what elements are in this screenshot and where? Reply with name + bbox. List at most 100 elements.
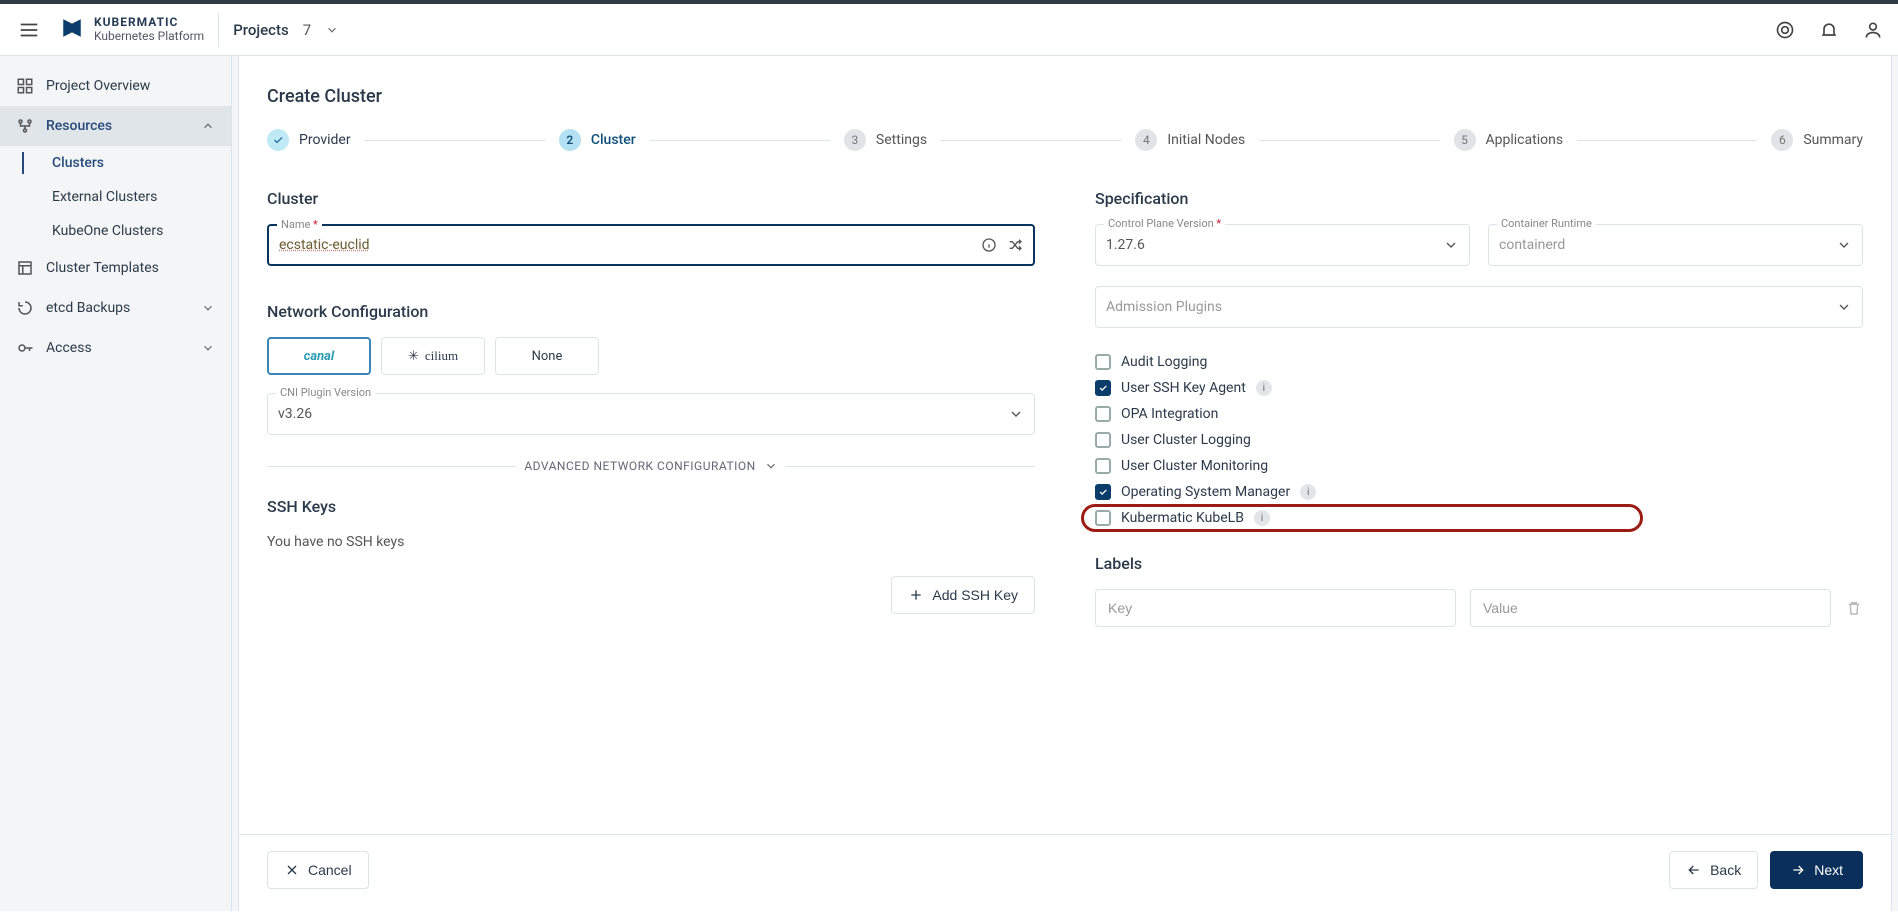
add-ssh-key-button[interactable]: Add SSH Key bbox=[891, 576, 1035, 614]
checkbox[interactable] bbox=[1095, 380, 1111, 396]
sidebar-item-cluster-templates[interactable]: Cluster Templates bbox=[0, 248, 231, 288]
label-value-input[interactable] bbox=[1470, 589, 1831, 627]
step-cluster[interactable]: 2 Cluster bbox=[559, 129, 636, 151]
menu-toggle[interactable] bbox=[14, 15, 44, 45]
cni-version-select[interactable]: CNI Plugin Version v3.26 bbox=[267, 393, 1035, 435]
bell-icon[interactable] bbox=[1818, 19, 1840, 41]
trash-icon[interactable] bbox=[1845, 599, 1863, 617]
info-icon[interactable]: i bbox=[1300, 484, 1316, 500]
info-icon[interactable] bbox=[981, 237, 997, 253]
spec-option-1[interactable]: User SSH Key Agent i bbox=[1095, 380, 1863, 396]
back-button[interactable]: Back bbox=[1669, 851, 1758, 889]
step-summary[interactable]: 6 Summary bbox=[1771, 129, 1863, 151]
chevron-up-icon bbox=[201, 119, 215, 133]
footer: Cancel Back Next bbox=[239, 834, 1891, 911]
label-key-input[interactable] bbox=[1095, 589, 1456, 627]
user-icon[interactable] bbox=[1862, 19, 1884, 41]
container-runtime-select[interactable]: Container Runtime containerd bbox=[1488, 224, 1863, 266]
spec-option-0[interactable]: Audit Logging bbox=[1095, 354, 1863, 370]
cancel-button[interactable]: Cancel bbox=[267, 851, 369, 889]
next-button[interactable]: Next bbox=[1770, 851, 1863, 889]
control-plane-version-select[interactable]: Control Plane Version * 1.27.6 bbox=[1095, 224, 1470, 266]
brand: KUBERMATIC Kubernetes Platform bbox=[58, 14, 204, 46]
stepper: Provider 2 Cluster 3 Settings 4 Initial … bbox=[267, 129, 1863, 151]
sidebar-item-resources[interactable]: Resources bbox=[0, 106, 231, 146]
sidebar-item-external-clusters[interactable]: External Clusters bbox=[0, 180, 231, 214]
section-labels: Labels bbox=[1095, 554, 1863, 573]
sidebar: Project Overview Resources Clusters Exte… bbox=[0, 56, 232, 911]
sidebar-item-label: Cluster Templates bbox=[46, 260, 159, 276]
chevron-down-icon bbox=[1836, 237, 1852, 253]
shuffle-icon[interactable] bbox=[1007, 237, 1023, 253]
cni-none[interactable]: None bbox=[495, 337, 599, 375]
chevron-down-icon bbox=[201, 341, 215, 355]
info-icon[interactable]: i bbox=[1254, 510, 1270, 526]
sidebar-item-label: etcd Backups bbox=[46, 300, 130, 316]
sidebar-item-project-overview[interactable]: Project Overview bbox=[0, 66, 231, 106]
sidebar-item-label: Resources bbox=[46, 118, 112, 134]
ssh-empty-text: You have no SSH keys bbox=[267, 534, 1035, 550]
cluster-name-field[interactable]: Name * ecstatic-euclid bbox=[267, 224, 1035, 266]
cluster-name-input[interactable]: ecstatic-euclid bbox=[279, 237, 981, 253]
cni-cilium[interactable]: ✳ cilium bbox=[381, 337, 485, 375]
brand-line1: KUBERMATIC bbox=[94, 16, 204, 29]
step-settings[interactable]: 3 Settings bbox=[844, 129, 927, 151]
help-icon[interactable] bbox=[1774, 19, 1796, 41]
advanced-network-toggle[interactable]: ADVANCED NETWORK CONFIGURATION bbox=[267, 459, 1035, 473]
breadcrumb[interactable]: Projects 7 bbox=[233, 21, 339, 39]
sidebar-item-access[interactable]: Access bbox=[0, 328, 231, 368]
cni-canal[interactable]: canal bbox=[267, 337, 371, 375]
chevron-down-icon bbox=[1008, 406, 1024, 422]
chevron-down-icon bbox=[325, 23, 339, 37]
admission-plugins-select[interactable]: Admission Plugins bbox=[1095, 286, 1863, 328]
option-label: OPA Integration bbox=[1121, 406, 1218, 422]
section-network: Network Configuration bbox=[267, 302, 1035, 321]
sidebar-item-etcd-backups[interactable]: etcd Backups bbox=[0, 288, 231, 328]
chevron-down-icon bbox=[764, 459, 778, 473]
spec-option-6[interactable]: Kubermatic KubeLB i bbox=[1095, 510, 1863, 526]
sidebar-item-label: Access bbox=[46, 340, 92, 356]
checkbox[interactable] bbox=[1095, 484, 1111, 500]
option-label: User Cluster Logging bbox=[1121, 432, 1251, 448]
resources-icon bbox=[16, 117, 34, 135]
checkbox[interactable] bbox=[1095, 354, 1111, 370]
page-title: Create Cluster bbox=[267, 86, 1863, 107]
section-ssh: SSH Keys bbox=[267, 497, 1035, 516]
checkbox[interactable] bbox=[1095, 510, 1111, 526]
key-icon bbox=[16, 339, 34, 357]
section-cluster: Cluster bbox=[267, 189, 1035, 208]
sidebar-item-kubeone-clusters[interactable]: KubeOne Clusters bbox=[0, 214, 231, 248]
option-label: Audit Logging bbox=[1121, 354, 1207, 370]
checkbox[interactable] bbox=[1095, 458, 1111, 474]
breadcrumb-label: Projects bbox=[233, 21, 289, 39]
step-applications[interactable]: 5 Applications bbox=[1454, 129, 1564, 151]
spec-options: Audit Logging User SSH Key Agent i OPA Inte… bbox=[1095, 354, 1863, 526]
sidebar-item-clusters[interactable]: Clusters bbox=[0, 146, 231, 180]
grid-icon bbox=[16, 77, 34, 95]
spec-option-2[interactable]: OPA Integration bbox=[1095, 406, 1863, 422]
sidebar-item-label: Project Overview bbox=[46, 78, 150, 94]
checkbox[interactable] bbox=[1095, 406, 1111, 422]
spec-option-5[interactable]: Operating System Manageri bbox=[1095, 484, 1863, 500]
topbar: KUBERMATIC Kubernetes Platform Projects … bbox=[0, 4, 1898, 56]
brand-line2: Kubernetes Platform bbox=[94, 30, 204, 43]
breadcrumb-value: 7 bbox=[303, 21, 311, 39]
option-label: Kubermatic KubeLB bbox=[1121, 510, 1244, 526]
option-label: User SSH Key Agent bbox=[1121, 380, 1246, 396]
checkbox[interactable] bbox=[1095, 432, 1111, 448]
spec-option-4[interactable]: User Cluster Monitoring bbox=[1095, 458, 1863, 474]
chevron-down-icon bbox=[1443, 237, 1459, 253]
spec-option-3[interactable]: User Cluster Logging bbox=[1095, 432, 1863, 448]
step-initial-nodes[interactable]: 4 Initial Nodes bbox=[1135, 129, 1245, 151]
brand-logo-icon bbox=[58, 14, 86, 46]
info-icon[interactable]: i bbox=[1256, 380, 1272, 396]
step-provider[interactable]: Provider bbox=[267, 129, 351, 151]
chevron-down-icon bbox=[201, 301, 215, 315]
section-spec: Specification bbox=[1095, 189, 1863, 208]
chevron-down-icon bbox=[1836, 299, 1852, 315]
divider bbox=[218, 13, 219, 47]
backup-icon bbox=[16, 299, 34, 317]
templates-icon bbox=[16, 259, 34, 277]
option-label: User Cluster Monitoring bbox=[1121, 458, 1268, 474]
cilium-icon: ✳ bbox=[408, 349, 419, 364]
